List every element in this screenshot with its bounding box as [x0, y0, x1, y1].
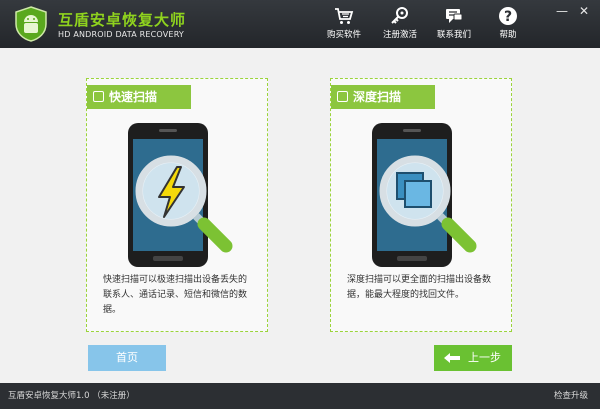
nav-buy-label: 购买软件 [326, 30, 361, 40]
check-update-link[interactable]: 检查升级 [554, 383, 588, 409]
close-button[interactable]: ✕ [576, 5, 592, 17]
nav-buy-button[interactable]: 购买软件 [316, 6, 372, 46]
scan-frame-icon [337, 91, 348, 102]
cart-icon [335, 8, 354, 24]
deep-scan-card[interactable]: 深度扫描 深度扫描可以更全面的扫描出设备数据，能最大程度的找回文件。 [330, 78, 512, 332]
help-icon: ? [499, 7, 517, 25]
previous-step-button[interactable]: 上一步 [434, 345, 512, 371]
quick-scan-card[interactable]: 快速扫描 快速扫描可以极速扫描出设备丢失的联系人、通话记录、短信和微信的数据。 [86, 78, 268, 332]
app-window: 互盾安卓恢复大师 HD ANDROID DATA RECOVERY 购买软件 注… [0, 0, 600, 409]
key-icon [391, 7, 408, 24]
version-text: 互盾安卓恢复大师1.0 （未注册） [8, 391, 135, 401]
quick-scan-label: 快速扫描 [87, 85, 191, 109]
phone-magnifier-illustration [372, 123, 477, 267]
svg-text:?: ? [504, 9, 512, 25]
home-button[interactable]: 首页 [88, 345, 166, 371]
minimize-button[interactable]: — [554, 5, 570, 17]
deep-scan-label: 深度扫描 [331, 85, 435, 109]
shield-android-logo-icon [15, 6, 47, 42]
previous-step-label: 上一步 [468, 351, 501, 364]
nav-help-label: 帮助 [499, 30, 517, 40]
quick-scan-description: 快速扫描可以极速扫描出设备丢失的联系人、通话记录、短信和微信的数据。 [103, 275, 248, 315]
nav-help-button[interactable]: ? 帮助 [480, 6, 536, 46]
app-title: 互盾安卓恢复大师 [58, 11, 187, 29]
nav-contact-button[interactable]: 联系我们 [426, 6, 482, 46]
chat-icon [446, 9, 463, 23]
scan-frame-icon [93, 91, 104, 102]
phone-magnifier-illustration [128, 123, 233, 267]
nav-contact-label: 联系我们 [436, 30, 471, 40]
app-subtitle: HD ANDROID DATA RECOVERY [58, 30, 185, 39]
nav-register-label: 注册激活 [382, 30, 417, 40]
title-bar: 互盾安卓恢复大师 HD ANDROID DATA RECOVERY 购买软件 注… [0, 0, 600, 48]
arrow-left-icon [444, 353, 460, 363]
nav-register-button[interactable]: 注册激活 [372, 6, 428, 46]
status-bar: 互盾安卓恢复大师1.0 （未注册） 检查升级 [0, 383, 600, 409]
deep-scan-description: 深度扫描可以更全面的扫描出设备数据，能最大程度的找回文件。 [347, 275, 492, 300]
